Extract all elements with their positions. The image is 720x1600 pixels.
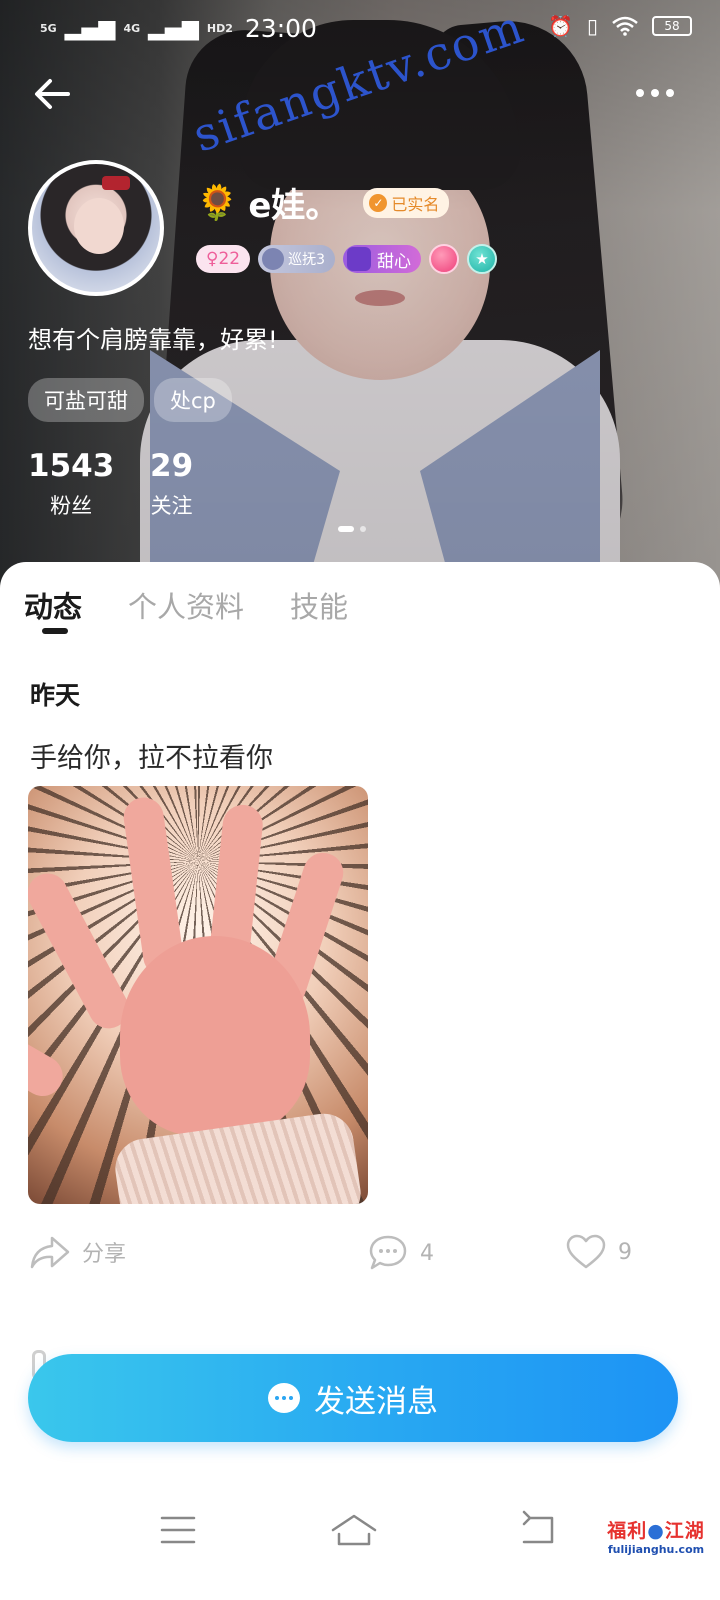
age-badge: ♀ 22 bbox=[196, 245, 251, 273]
tab-skills[interactable]: 技能 bbox=[290, 584, 348, 626]
profile-name: e娃。 bbox=[248, 186, 340, 226]
alarm-icon: ⏰ bbox=[548, 14, 573, 38]
share-button[interactable]: 分享 bbox=[30, 1234, 126, 1270]
send-message-label: 发送消息 bbox=[314, 1383, 438, 1420]
post-date: 昨天 bbox=[30, 681, 81, 710]
guard-level-label: 巡抚3 bbox=[288, 252, 326, 268]
signal-bars-icon: ▂▄▆ bbox=[64, 16, 116, 41]
sunflower-icon: 🌻 bbox=[196, 182, 239, 223]
profile-name-row: 🌻 e娃。 ✓ 已实名 bbox=[196, 178, 450, 227]
gift-box-icon bbox=[347, 247, 372, 271]
send-message-button[interactable]: 发送消息 bbox=[28, 1354, 678, 1442]
photo-pager-dots bbox=[338, 526, 366, 532]
sweet-level-badge[interactable]: 甜心 bbox=[343, 245, 422, 273]
profile-tag: 可盐可甜 bbox=[28, 378, 144, 422]
badge-row: ♀ 22 巡抚3 甜心 ★ bbox=[196, 244, 498, 274]
battery-indicator: 58 bbox=[652, 16, 692, 36]
nav-home-button[interactable] bbox=[330, 1508, 377, 1552]
female-symbol-icon: ♀ bbox=[206, 249, 219, 269]
home-icon bbox=[331, 1514, 377, 1546]
signal-4g: 4G bbox=[123, 22, 141, 35]
vibrate-icon: ▯ bbox=[586, 14, 598, 38]
corner-logo: 福利●江湖 fulijianghu.com bbox=[606, 1516, 706, 1556]
post-image-finger bbox=[28, 866, 136, 1036]
profile-signature: 想有个肩膀靠靠，好累! bbox=[28, 326, 278, 354]
verified-label: 已实名 bbox=[391, 194, 440, 214]
star-badge-icon[interactable]: ★ bbox=[467, 244, 498, 274]
post-image-palm bbox=[120, 936, 310, 1136]
following-stat[interactable]: 29 关注 bbox=[150, 448, 193, 520]
following-label: 关注 bbox=[150, 494, 193, 518]
post-image-thumb bbox=[28, 1008, 70, 1104]
post-text: 手给你，拉不拉看你 bbox=[30, 743, 273, 774]
nav-menu-button[interactable] bbox=[156, 1508, 200, 1552]
share-label: 分享 bbox=[82, 1242, 127, 1267]
avatar[interactable] bbox=[28, 160, 164, 296]
sweet-level-label: 甜心 bbox=[377, 251, 412, 272]
back-button[interactable] bbox=[30, 72, 74, 116]
menu-icon bbox=[160, 1516, 196, 1544]
status-bar: 5G ▂▄▆ 4G ▂▄▆ HD2 23:00 ⏰ ▯ 58 bbox=[0, 0, 720, 56]
like-count: 9 bbox=[618, 1239, 632, 1265]
more-dots-icon bbox=[636, 89, 674, 97]
nav-back-button[interactable] bbox=[516, 1508, 560, 1552]
content-sheet: 动态 个人资料 技能 昨天 手给你，拉不拉看你 分享 4 9 发送消息 bbox=[0, 562, 720, 1600]
like-button[interactable]: 9 bbox=[566, 1234, 632, 1270]
wifi-icon bbox=[612, 16, 638, 36]
fans-label: 粉丝 bbox=[50, 494, 93, 518]
profile-tag: 处cp bbox=[154, 378, 232, 422]
more-options-button[interactable] bbox=[630, 78, 680, 108]
hd-indicator: HD2 bbox=[206, 22, 233, 35]
guard-emblem-icon bbox=[262, 248, 285, 270]
active-tab-indicator bbox=[42, 628, 68, 634]
profile-tabs: 动态 个人资料 技能 bbox=[24, 584, 348, 626]
heart-icon bbox=[566, 1234, 606, 1269]
comment-button[interactable]: 4 bbox=[368, 1234, 434, 1272]
signal-bars-icon: ▂▄▆ bbox=[148, 16, 199, 41]
tab-dynamic[interactable]: 动态 bbox=[24, 584, 82, 626]
back-arrow-icon bbox=[35, 79, 70, 109]
fans-stat[interactable]: 1543 粉丝 bbox=[28, 448, 114, 520]
pink-heart-badge-icon[interactable] bbox=[429, 244, 460, 274]
fans-count: 1543 bbox=[28, 448, 115, 484]
age-value: 22 bbox=[218, 249, 241, 269]
mouse-icon: ● bbox=[647, 1520, 665, 1542]
back-nav-icon bbox=[522, 1510, 554, 1544]
comment-icon bbox=[369, 1235, 407, 1270]
corner-logo-text: 江湖 bbox=[664, 1520, 705, 1542]
corner-logo-text: 福利 bbox=[607, 1520, 648, 1542]
shield-check-icon: ✓ bbox=[369, 193, 388, 212]
post-image[interactable] bbox=[28, 786, 368, 1204]
following-count: 29 bbox=[150, 448, 194, 484]
post-actions: 分享 4 9 bbox=[0, 1234, 720, 1274]
share-icon bbox=[30, 1236, 70, 1269]
signal-5g: 5G bbox=[40, 22, 57, 35]
profile-tags: 可盐可甜 处cp bbox=[28, 378, 232, 422]
avatar-hair-bow bbox=[102, 176, 130, 190]
chat-bubble-icon bbox=[268, 1383, 300, 1413]
pager-dot bbox=[360, 526, 366, 532]
avatar-face bbox=[74, 198, 124, 254]
pager-dot-active bbox=[338, 526, 354, 532]
clock-time: 23:00 bbox=[244, 14, 317, 43]
verified-badge: ✓ 已实名 bbox=[363, 187, 450, 218]
comment-count: 4 bbox=[420, 1240, 434, 1266]
tab-profile-info[interactable]: 个人资料 bbox=[128, 584, 244, 626]
guard-level-badge[interactable]: 巡抚3 bbox=[258, 245, 336, 273]
corner-logo-url: fulijianghu.com bbox=[607, 1543, 705, 1556]
